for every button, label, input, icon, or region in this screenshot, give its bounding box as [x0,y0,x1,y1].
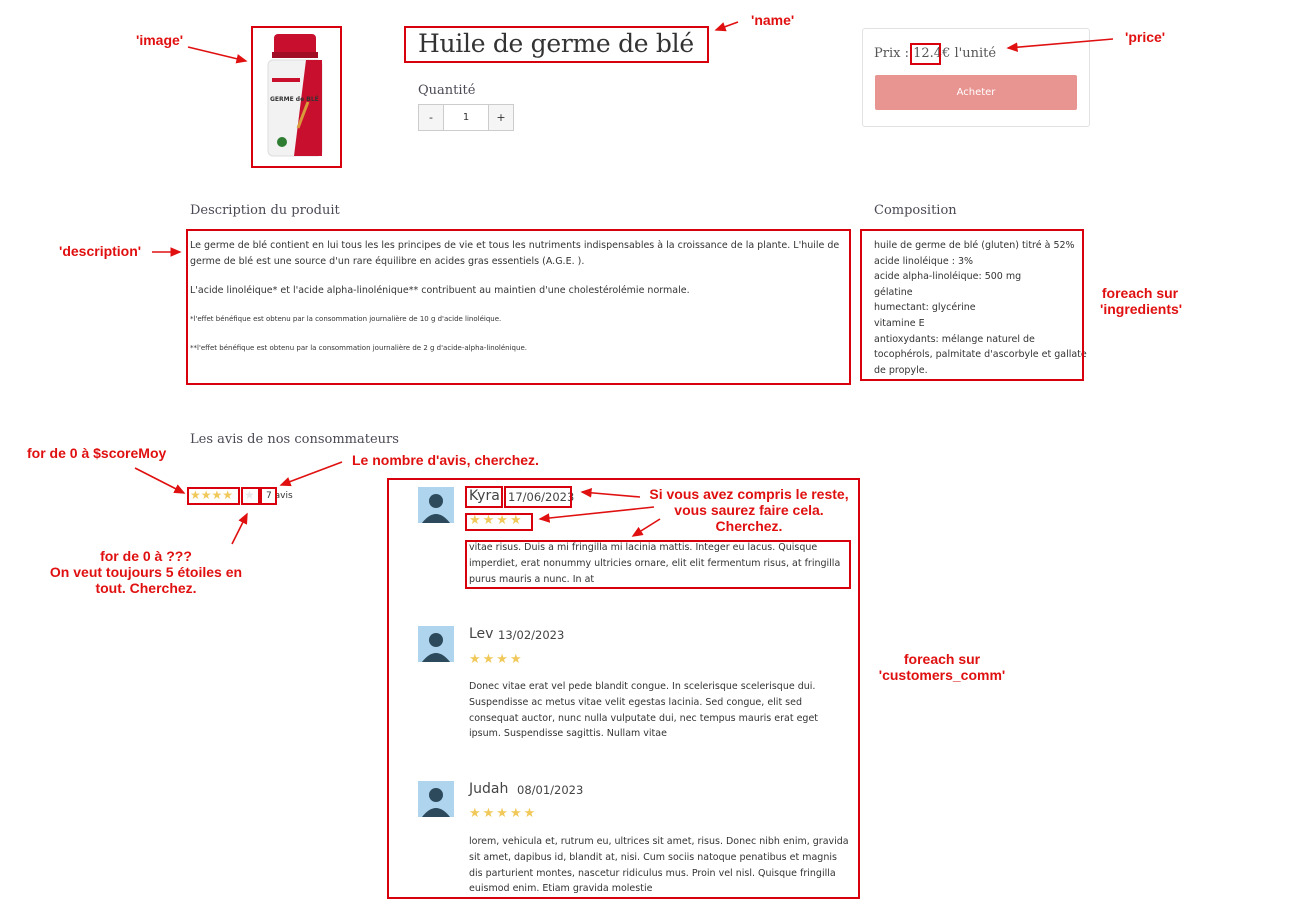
arrow-image [187,46,248,64]
arrow-score-loop [134,467,186,494]
arrow-comment-text [631,518,661,537]
arrow-price [1006,38,1114,52]
arrow-empty-loop [231,512,248,545]
arrow-count [279,461,343,487]
arrow-name [714,21,739,32]
arrow-comment-stars [538,506,655,523]
arrow-date [580,488,641,498]
annotation-arrows [134,21,1114,545]
